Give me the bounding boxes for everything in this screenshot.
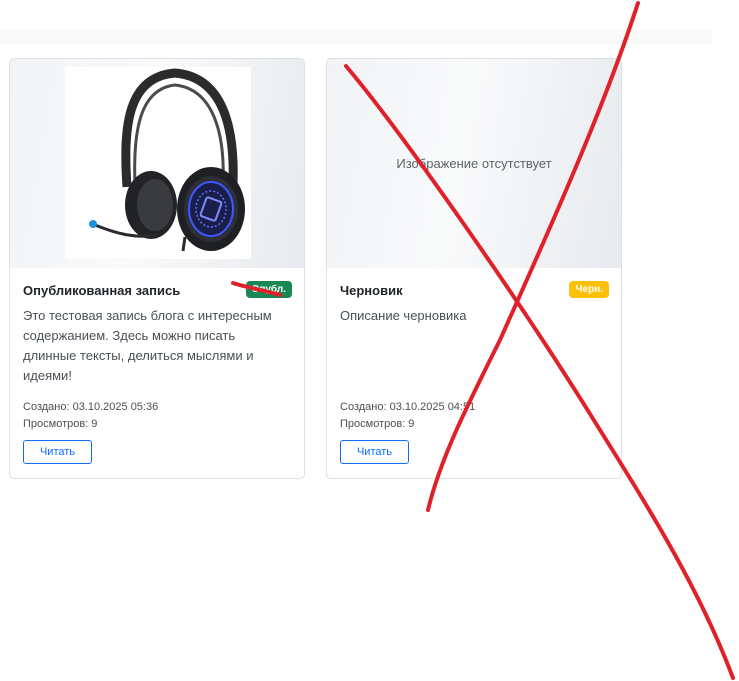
post-title: Опубликованная запись: [23, 283, 181, 298]
card-media: Изображение отсутствует: [327, 59, 621, 268]
post-card: Изображение отсутствует Черновик Черн. О…: [326, 58, 622, 479]
post-excerpt: Это тестовая запись блога с интересным с…: [23, 308, 272, 383]
headphones-image: [65, 67, 251, 259]
page: Опубликованная запись Опубл. Это тестова…: [0, 0, 739, 681]
created-date: Создано: 03.10.2025 04:51: [340, 401, 476, 413]
status-badge: Опубл.: [245, 281, 292, 298]
post-card: Опубликованная запись Опубл. Это тестова…: [9, 58, 305, 479]
top-bar: [0, 30, 712, 44]
card-media: [10, 59, 304, 268]
post-title: Черновик: [340, 283, 403, 298]
views-count: Просмотров: 9: [340, 418, 415, 430]
no-image-text: Изображение отсутствует: [396, 156, 552, 171]
read-button[interactable]: Читать: [340, 440, 409, 464]
post-excerpt: Описание черновика: [340, 308, 467, 323]
created-date: Создано: 03.10.2025 05:36: [23, 401, 159, 413]
status-badge: Черн.: [569, 281, 609, 298]
read-button[interactable]: Читать: [23, 440, 92, 464]
views-count: Просмотров: 9: [23, 418, 98, 430]
